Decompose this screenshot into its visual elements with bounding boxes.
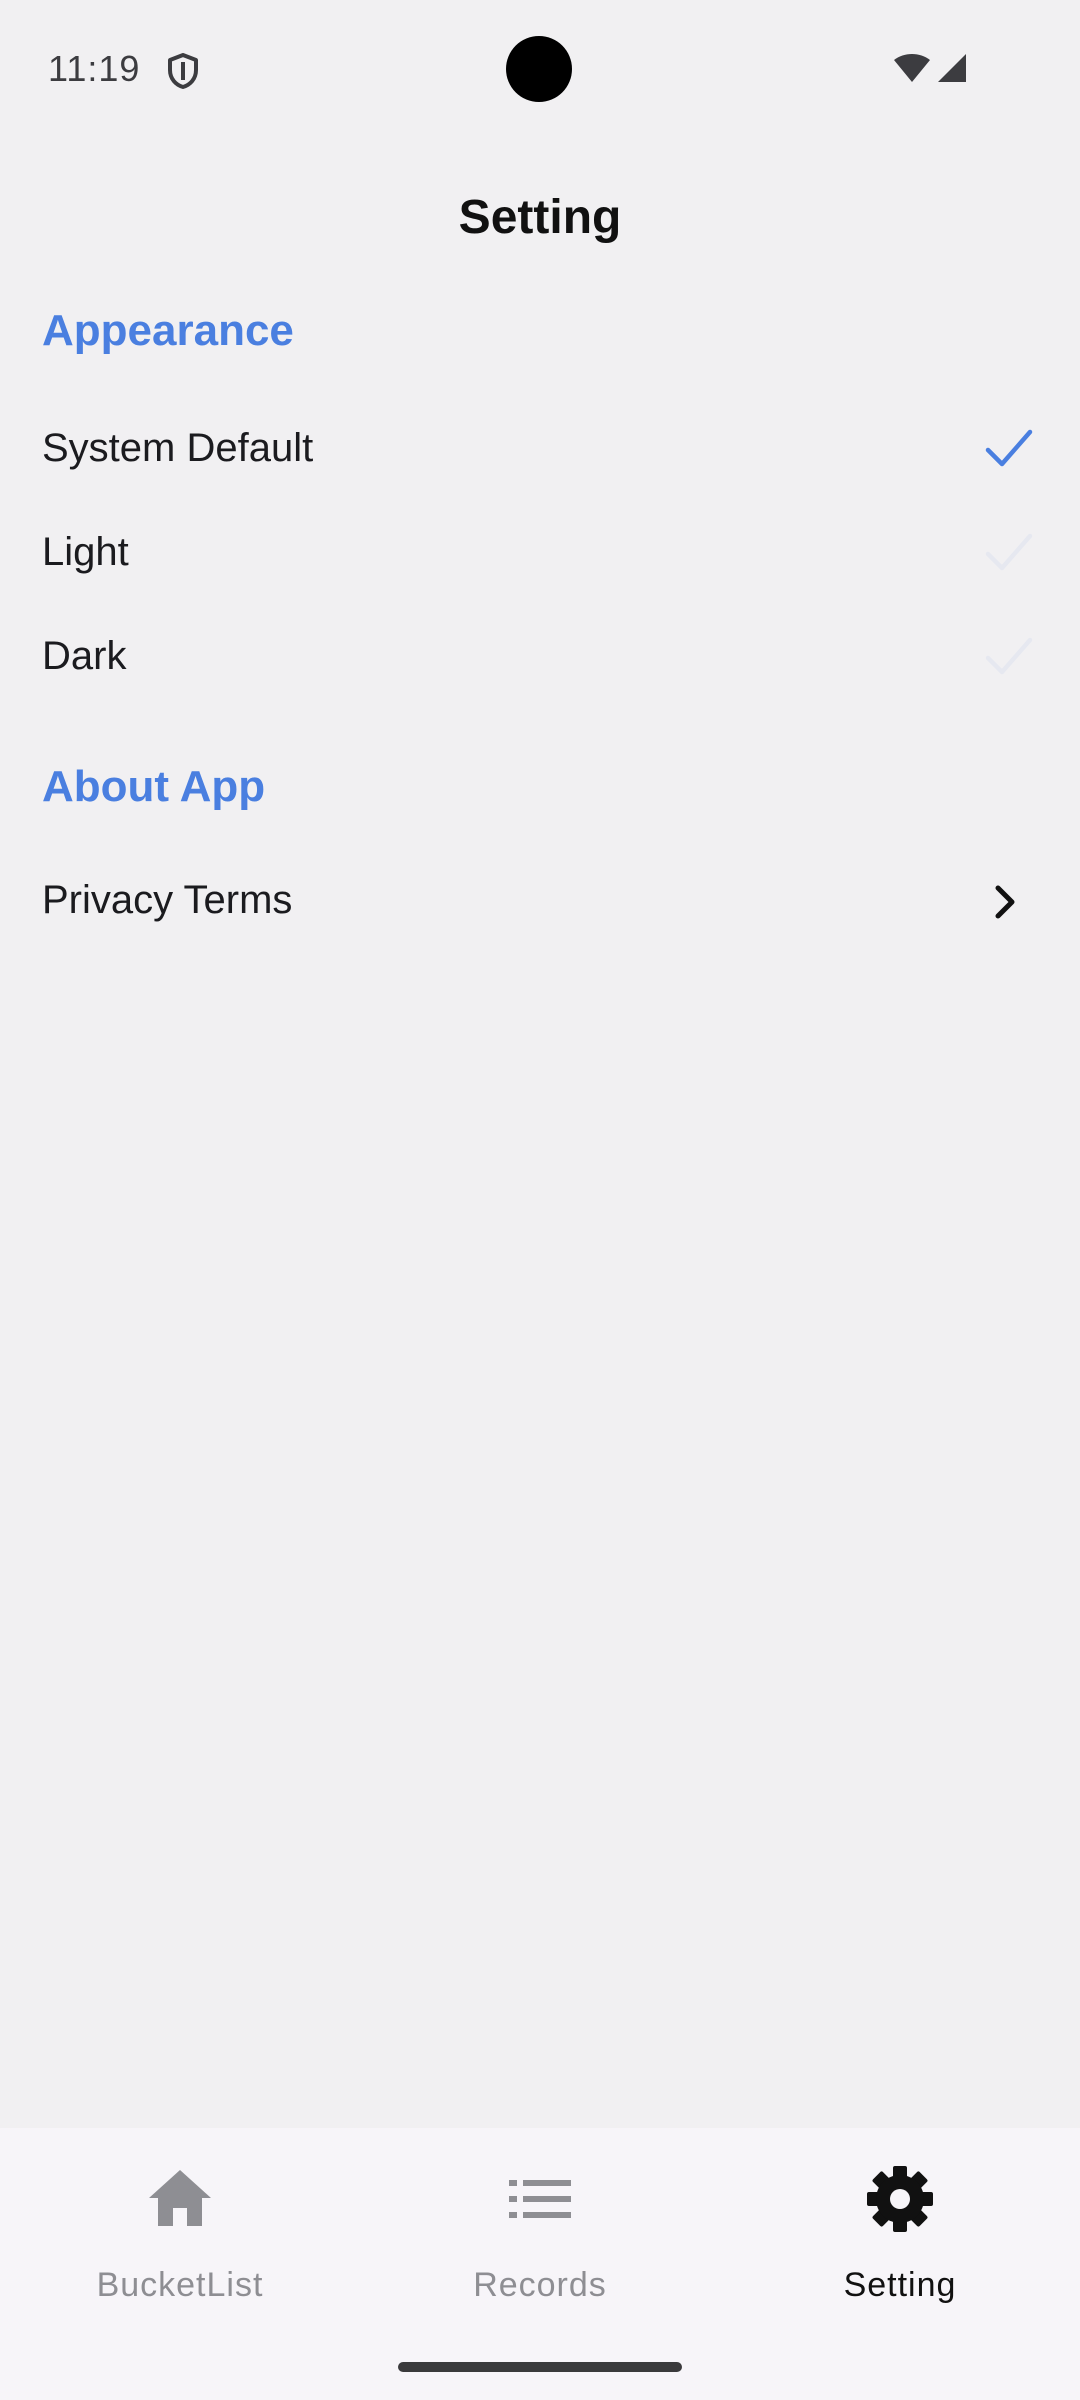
check-icon <box>985 533 1033 571</box>
gear-icon <box>867 2166 933 2232</box>
option-label: Dark <box>42 634 127 678</box>
signal-icon <box>938 54 966 82</box>
list-icon <box>509 2180 571 2218</box>
appearance-section-header: Appearance <box>42 306 294 355</box>
shield-icon <box>168 53 198 89</box>
settings-screen: 11:19 Setting Appearance System Default … <box>0 0 1080 2400</box>
appearance-option-dark[interactable]: Dark <box>0 608 1080 708</box>
about-section-header: About App <box>42 762 266 811</box>
camera-cutout <box>506 36 572 102</box>
bottom-nav: BucketList Records Setting <box>0 2128 1080 2400</box>
chevron-right-icon <box>995 885 1015 919</box>
option-label: System Default <box>42 426 314 470</box>
nav-label: Records <box>473 2266 607 2304</box>
check-icon <box>985 429 1033 467</box>
nav-item-bucketlist[interactable]: BucketList <box>0 2128 360 2328</box>
wifi-icon <box>894 54 930 82</box>
page-title: Setting <box>458 191 622 244</box>
privacy-terms-row[interactable]: Privacy Terms <box>0 852 1080 952</box>
status-time: 11:19 <box>48 48 141 89</box>
nav-label: BucketList <box>96 2266 264 2304</box>
appearance-option-system-default[interactable]: System Default <box>0 400 1080 500</box>
nav-item-records[interactable]: Records <box>360 2128 720 2328</box>
nav-item-setting[interactable]: Setting <box>720 2128 1080 2328</box>
check-icon <box>985 637 1033 675</box>
appearance-option-light[interactable]: Light <box>0 504 1080 604</box>
status-bar: 11:19 <box>0 0 1080 140</box>
home-icon <box>149 2170 211 2226</box>
nav-label: Setting <box>843 2266 957 2304</box>
privacy-terms-label: Privacy Terms <box>42 878 293 922</box>
home-indicator[interactable] <box>398 2362 682 2372</box>
option-label: Light <box>42 530 129 574</box>
